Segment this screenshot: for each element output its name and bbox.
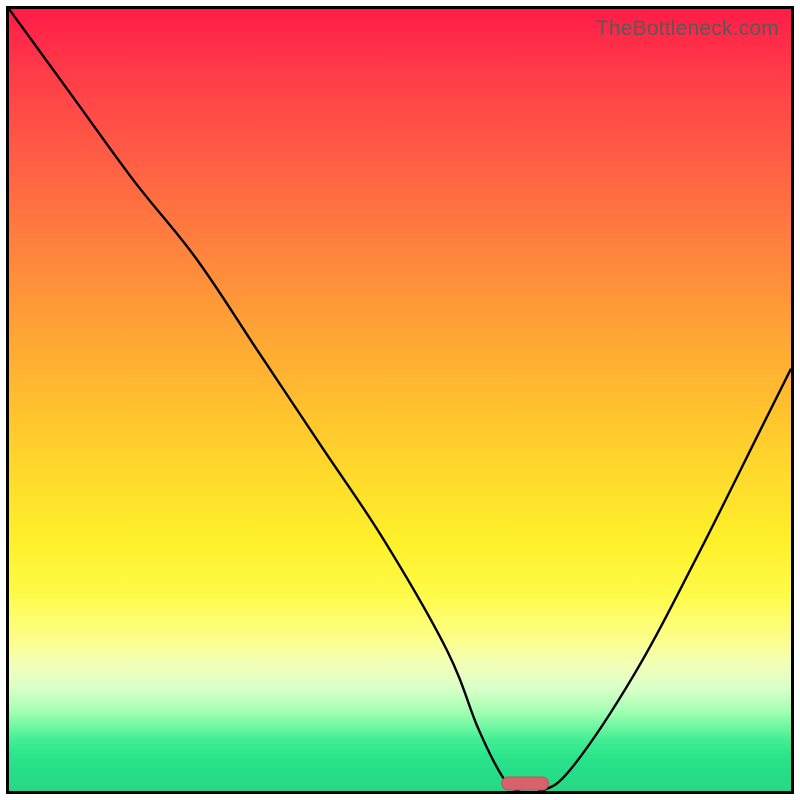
watermark-text: TheBottleneck.com	[596, 17, 779, 41]
optimal-marker	[502, 777, 549, 790]
bottleneck-curve-svg	[9, 9, 791, 791]
chart-frame: TheBottleneck.com	[6, 6, 794, 794]
plot-area	[9, 9, 791, 791]
bottleneck-curve	[9, 9, 791, 791]
